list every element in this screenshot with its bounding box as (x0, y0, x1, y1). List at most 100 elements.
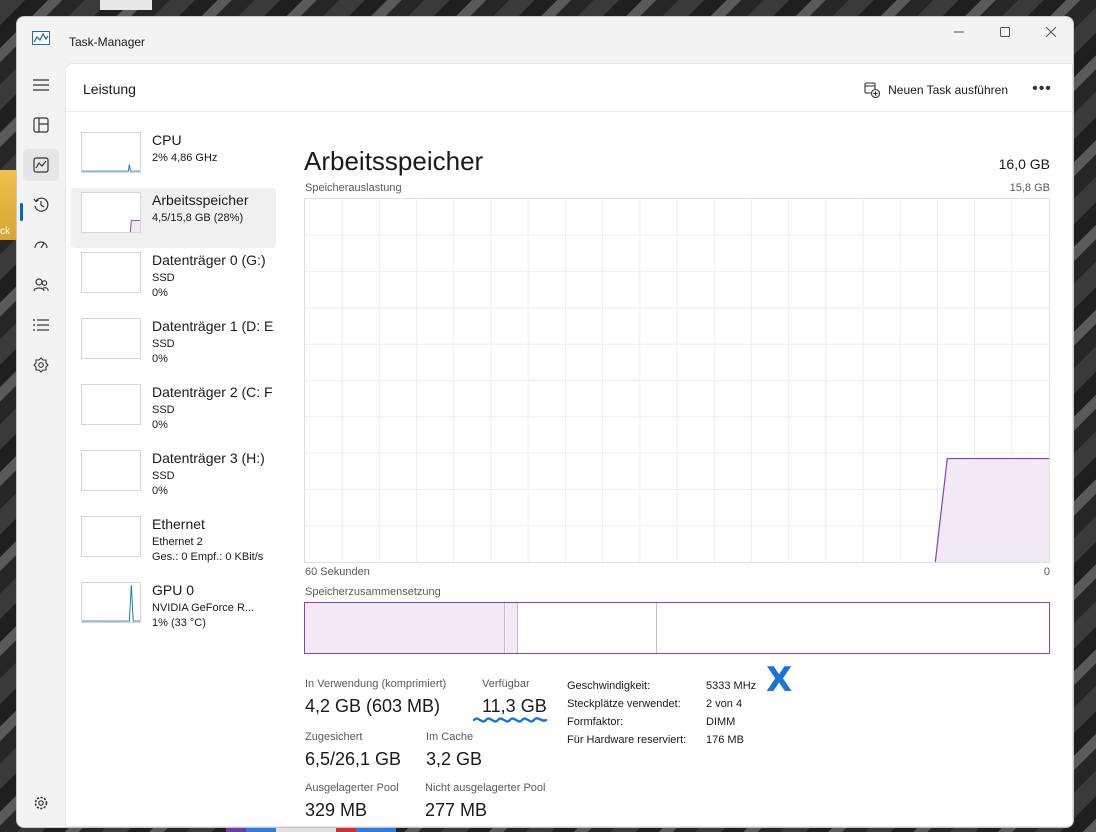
resource-detail: 4,5/15,8 GB (28%) (152, 212, 244, 224)
maximize-button[interactable] (982, 17, 1028, 47)
close-icon (1046, 27, 1056, 37)
nav-performance[interactable] (23, 149, 59, 181)
desktop-shortcut-fragment (100, 0, 152, 10)
hamburger-menu-button[interactable] (23, 69, 59, 101)
resource-usage: 0% (152, 353, 168, 365)
app-history-icon (33, 197, 49, 212)
resource-usage: Ges.: 0 Empf.: 0 KBit/s (152, 551, 264, 563)
maximize-icon (1000, 27, 1010, 37)
paged-pool-value: 329 MB (305, 800, 368, 820)
startup-apps-icon (34, 241, 48, 249)
performance-chart-icon (32, 31, 50, 45)
resource-name: GPU 0 (152, 582, 195, 598)
available-label: Verfügbar (482, 678, 530, 690)
memory-title: Arbeitsspeicher (304, 146, 484, 176)
resource-item-cpu[interactable]: CPU 2% 4,86 GHz (71, 128, 276, 188)
hardware-reserved-label: Für Hardware reserviert: (567, 734, 687, 746)
resource-usage: 0% (152, 485, 168, 497)
speed-label: Geschwindigkeit: (567, 680, 651, 692)
nav-app-history[interactable] (23, 189, 59, 221)
resource-usage: 0% (152, 287, 168, 299)
composition-standby (519, 603, 657, 653)
disk-thumbnail-graph (81, 384, 141, 425)
memory-total: 16,0 GB (998, 156, 1050, 172)
nonpaged-pool-label: Nicht ausgelagerter Pool (425, 782, 546, 794)
minimize-icon (954, 31, 964, 33)
gpu-thumbnail-graph (81, 582, 141, 623)
hamburger-menu-icon (33, 79, 49, 91)
disk-thumbnail-graph (81, 318, 141, 359)
nav-startup-apps[interactable] (23, 229, 59, 261)
nav-details[interactable] (23, 309, 59, 341)
in-use-label: In Verwendung (komprimiert) (305, 678, 447, 690)
composition-free (658, 603, 1049, 653)
task-manager-window: Task-Manager Leistung Neuen Task ausführ… (16, 16, 1074, 828)
resource-item-ethernet[interactable]: Ethernet Ethernet 2 Ges.: 0 Empf.: 0 KBi… (71, 512, 276, 572)
resource-detail: SSD (152, 404, 175, 416)
services-icon (33, 357, 49, 373)
main-content: Leistung Neuen Task ausführen ••• CPU 2%… (65, 63, 1073, 827)
users-icon (33, 278, 49, 292)
hardware-reserved-value: 176 MB (706, 734, 744, 746)
nav-settings[interactable] (23, 787, 59, 819)
form-factor-value: DIMM (706, 716, 736, 728)
resource-item-disk-1[interactable]: Datenträger 1 (D: E SSD 0% (71, 314, 276, 374)
resource-item-gpu[interactable]: GPU 0 NVIDIA GeForce R... 1% (33 °C) (71, 578, 276, 638)
handwritten-cross-annotation: X (766, 660, 793, 700)
disk-thumbnail-graph (81, 252, 141, 293)
form-factor-label: Formfaktor: (567, 716, 624, 728)
nav-processes[interactable] (23, 109, 59, 141)
resource-item-disk-3[interactable]: Datenträger 3 (H:) SSD 0% (71, 446, 276, 506)
resource-name: Datenträger 0 (G:) (152, 252, 266, 268)
run-new-task-label: Neuen Task ausführen (888, 83, 1008, 97)
performance-icon (33, 157, 49, 173)
navigation-rail (17, 65, 65, 827)
resource-item-disk-2[interactable]: Datenträger 2 (C: F SSD 0% (71, 380, 276, 440)
memory-usage-graph[interactable] (304, 198, 1050, 563)
paged-pool-label: Ausgelagerter Pool (305, 782, 399, 794)
memory-composition-label: Speicherzusammensetzung (305, 586, 441, 598)
processes-icon (33, 117, 49, 133)
resource-item-memory[interactable]: Arbeitsspeicher 4,5/15,8 GB (28%) (71, 188, 276, 248)
resource-detail: 2% 4,86 GHz (152, 152, 218, 164)
memory-usage-max: 15,8 GB (1009, 182, 1050, 194)
committed-label: Zugesichert (305, 731, 363, 743)
composition-in-use (305, 603, 505, 653)
memory-composition-bar[interactable] (304, 602, 1050, 654)
window-title: Task-Manager (69, 35, 146, 49)
resource-name: Ethernet (152, 516, 205, 532)
page-header: Leistung Neuen Task ausführen ••• (66, 64, 1072, 112)
nav-users[interactable] (23, 269, 59, 301)
resource-name: Datenträger 1 (D: E (152, 318, 274, 334)
memory-usage-label: Speicherauslastung (305, 182, 402, 194)
nav-services[interactable] (23, 349, 59, 381)
minimize-button[interactable] (936, 17, 982, 47)
memory-thumbnail-graph (81, 192, 141, 233)
run-new-task-icon (864, 82, 881, 98)
more-options-button[interactable]: ••• (1028, 76, 1056, 102)
cached-value: 3,2 GB (426, 749, 483, 769)
close-button[interactable] (1028, 17, 1073, 47)
page-title: Leistung (83, 81, 136, 97)
handwritten-squiggle-annotation (472, 717, 548, 723)
run-new-task-button[interactable]: Neuen Task ausführen (864, 79, 1008, 101)
graph-time-left: 60 Sekunden (305, 566, 370, 578)
cached-label: Im Cache (426, 731, 474, 743)
resource-name: Arbeitsspeicher (152, 192, 249, 208)
title-bar[interactable]: Task-Manager (17, 17, 1073, 61)
resource-detail: SSD (152, 272, 175, 284)
speed-value: 5333 MHz (706, 680, 757, 692)
resource-name: Datenträger 3 (H:) (152, 450, 265, 466)
resource-detail: Ethernet 2 (152, 536, 203, 548)
resource-name: Datenträger 2 (C: F (152, 384, 273, 400)
composition-modified (506, 603, 518, 653)
slots-value: 2 von 4 (706, 698, 743, 710)
desktop-folder-label: ck (0, 226, 10, 237)
ethernet-thumbnail-graph (81, 516, 141, 557)
details-icon (33, 319, 49, 331)
resource-item-disk-0[interactable]: Datenträger 0 (G:) SSD 0% (71, 248, 276, 308)
resource-usage: 0% (152, 419, 168, 431)
resource-detail: NVIDIA GeForce R... (152, 602, 255, 614)
settings-icon (34, 796, 48, 810)
resource-detail: SSD (152, 470, 175, 482)
